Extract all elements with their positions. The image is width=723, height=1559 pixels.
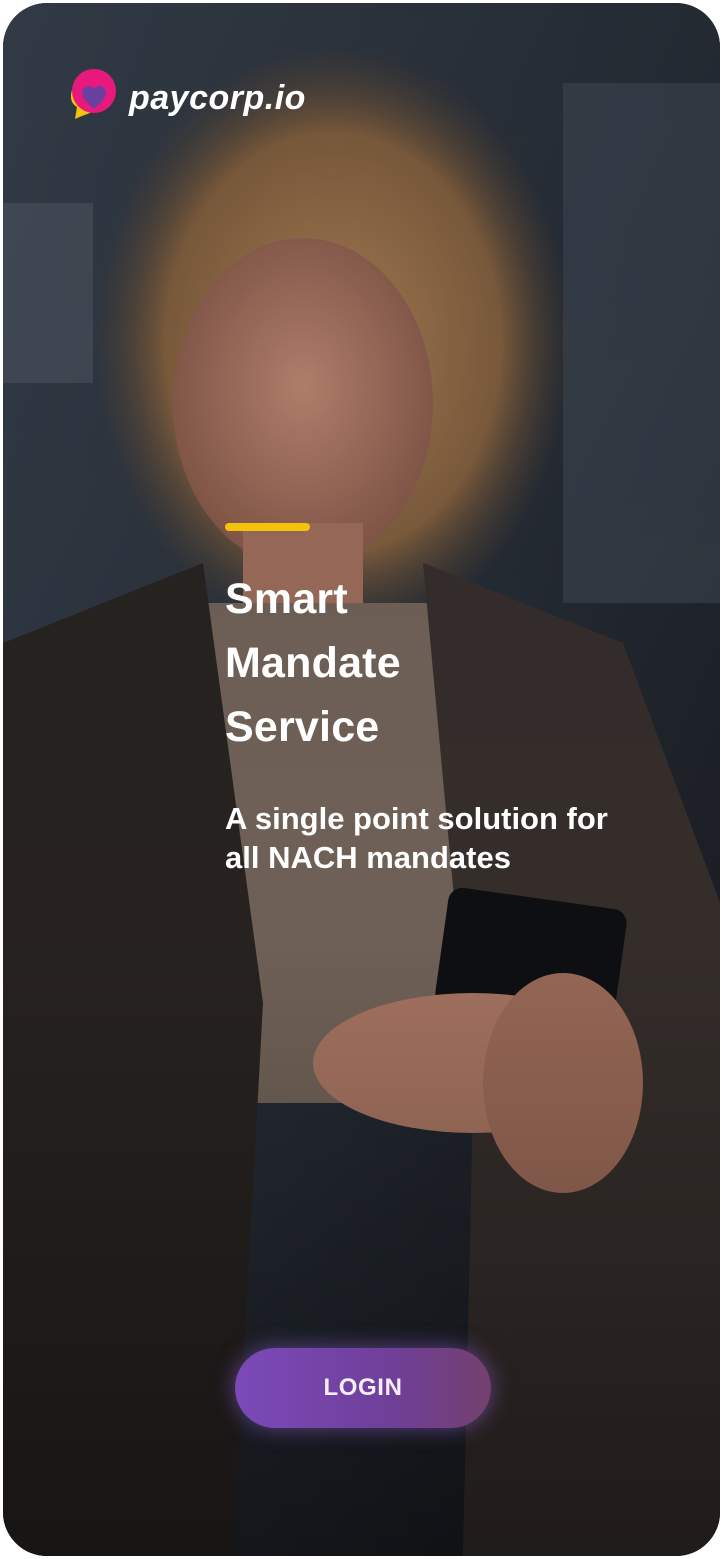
- accent-bar: [225, 523, 310, 531]
- subheadline: A single point solution for all NACH man…: [225, 799, 665, 877]
- paycorp-logo-icon: [71, 69, 116, 119]
- headline: Smart Mandate Service: [225, 567, 685, 759]
- headline-line: Smart: [225, 575, 348, 623]
- headline-line: Service: [225, 703, 380, 751]
- hero-section: Smart Mandate Service A single point sol…: [225, 523, 685, 877]
- subheadline-line: A single point solution for: [225, 801, 608, 836]
- brand-name: paycorp.io: [129, 78, 306, 117]
- headline-line: Mandate: [225, 639, 401, 687]
- login-button[interactable]: LOGIN: [235, 1348, 491, 1428]
- brand-logo: paycorp.io: [67, 63, 306, 133]
- subheadline-line: all NACH mandates: [225, 840, 511, 875]
- app-screen: paycorp.io Smart Mandate Service A singl…: [3, 3, 720, 1556]
- login-button-label: LOGIN: [323, 1374, 403, 1401]
